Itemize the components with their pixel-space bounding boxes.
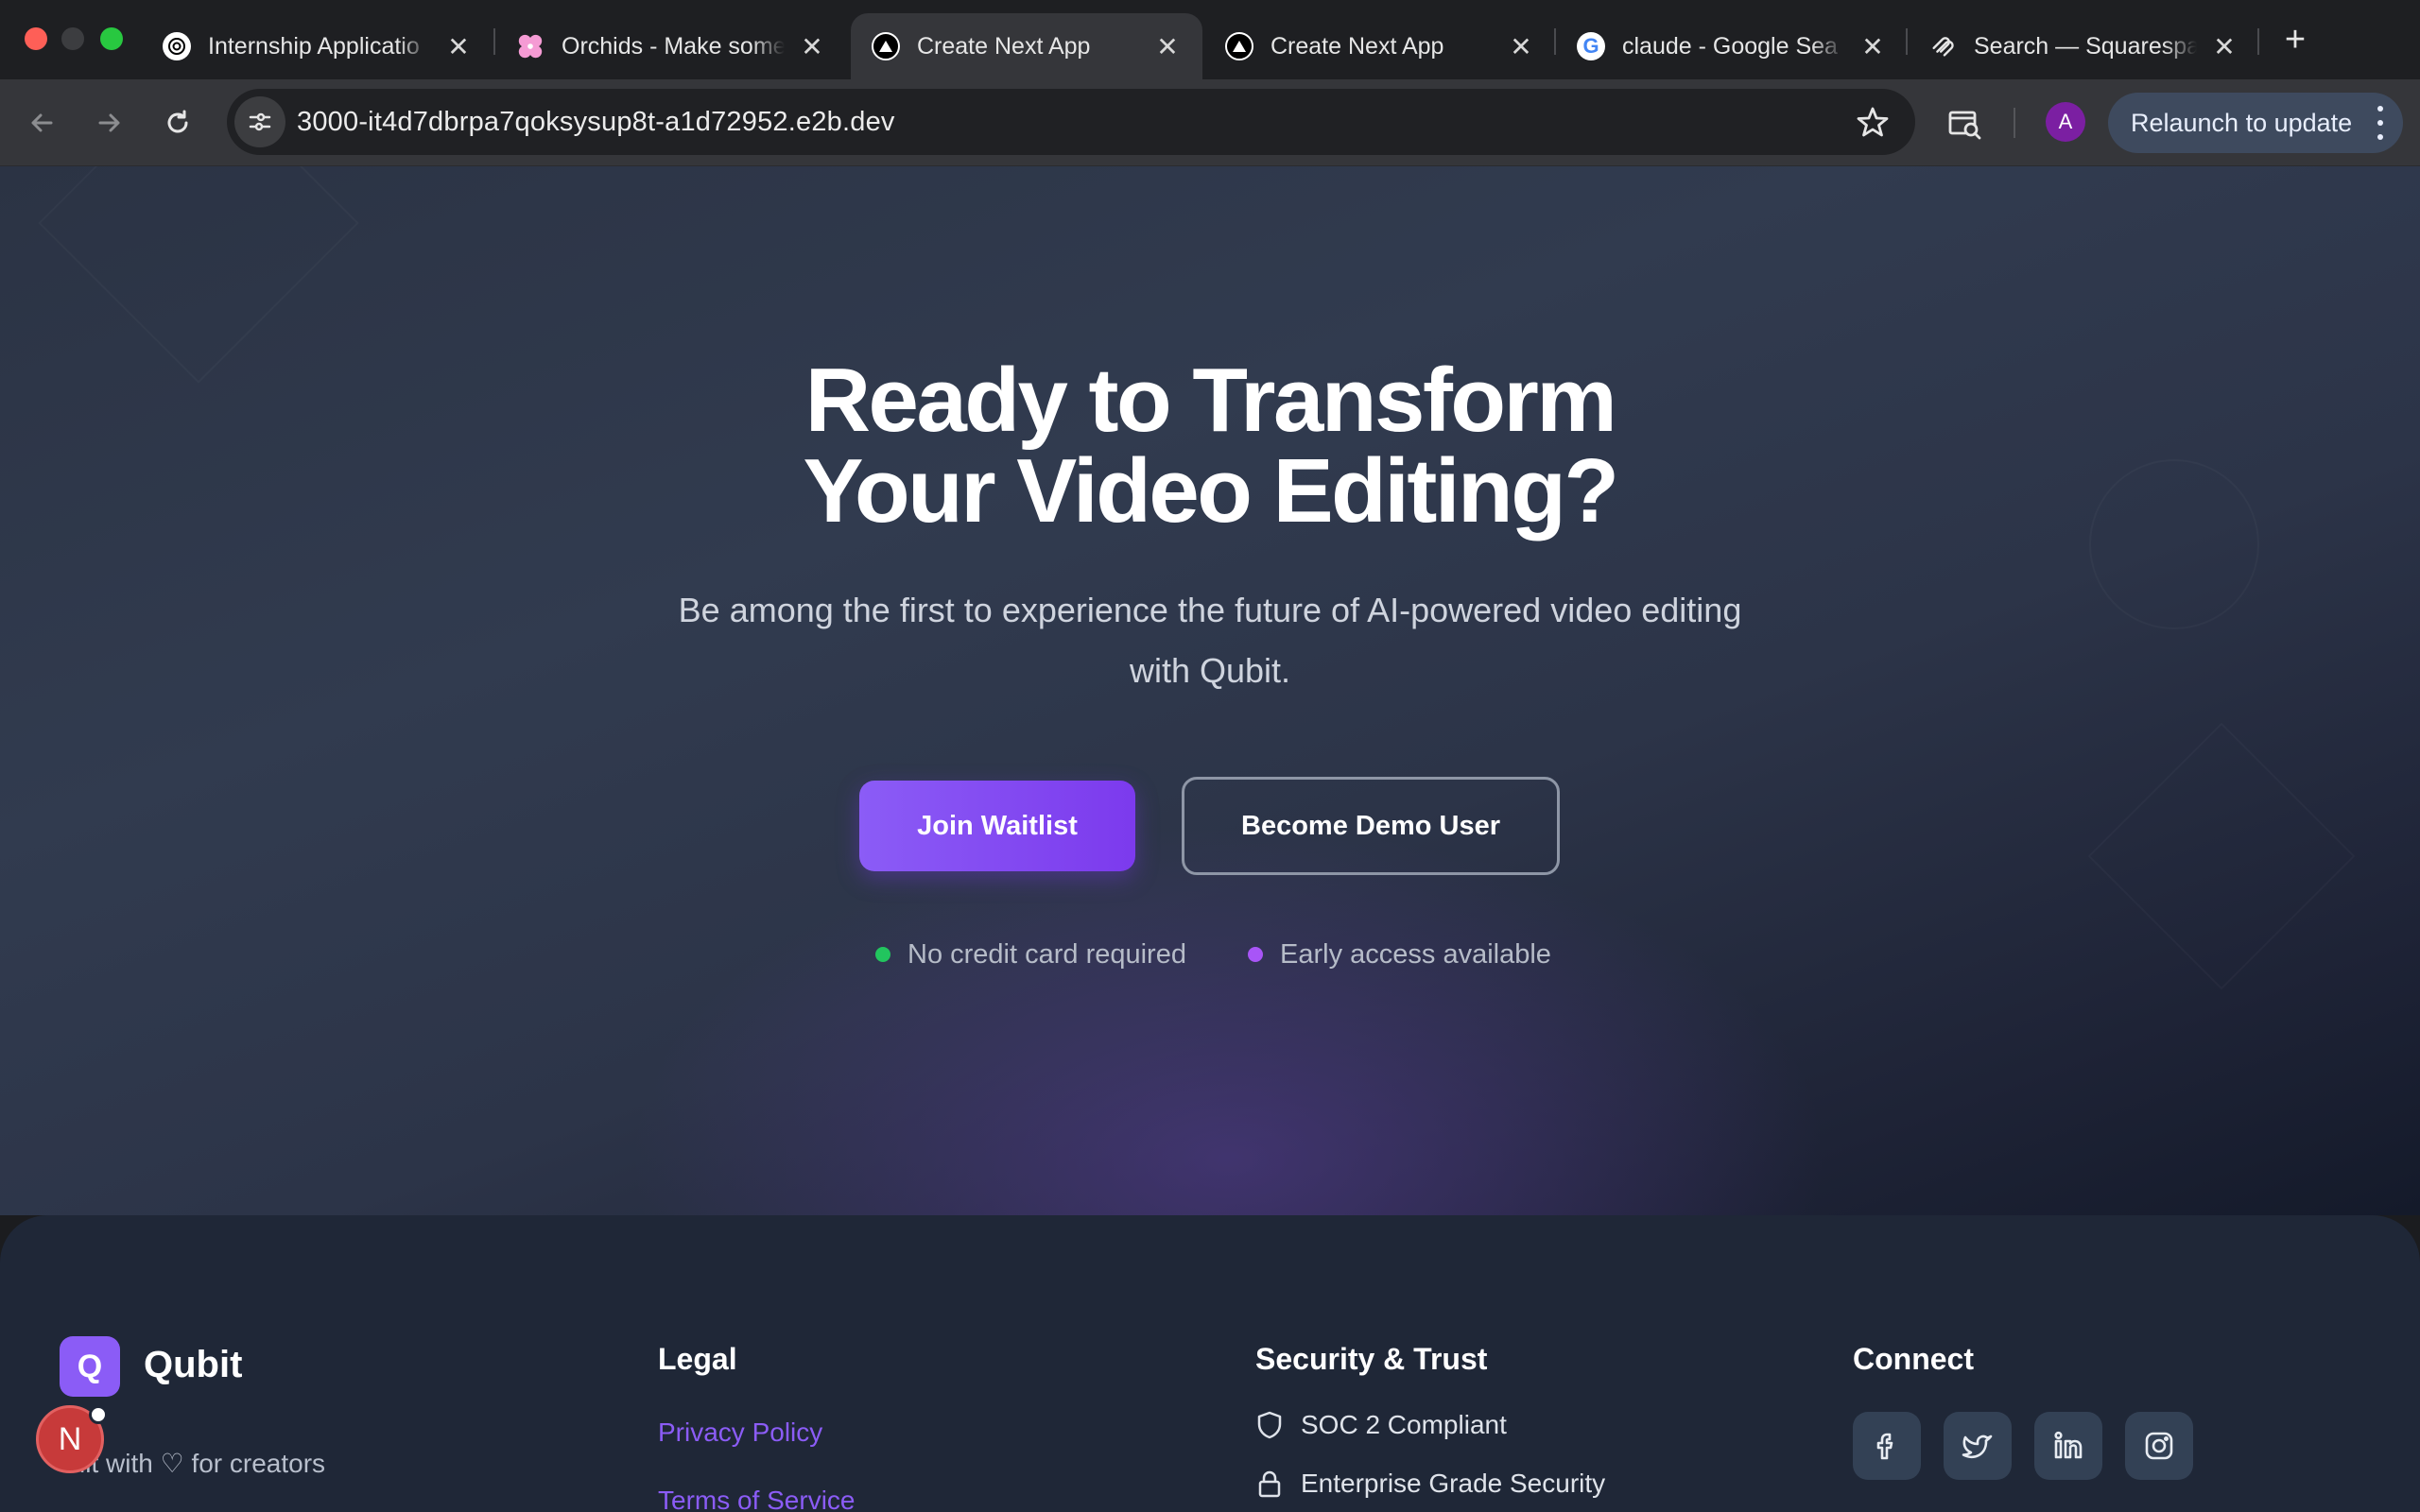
tab-title: Create Next App	[1270, 32, 1444, 60]
feature-early-access: Early access available	[1248, 936, 1551, 973]
hero-subtitle: Be among the first to experience the fut…	[678, 591, 1742, 690]
hero-heading-line1: Ready to Transform	[804, 350, 1617, 451]
close-tab-icon[interactable]: ✕	[798, 32, 826, 61]
legal-heading: Legal	[658, 1342, 737, 1376]
url-text: 3000-it4d7dbrpa7qoksysup8t-a1d72952.e2b.…	[297, 107, 895, 137]
relaunch-to-update-button[interactable]: Relaunch to update	[2108, 93, 2403, 153]
enterprise-security-item: Enterprise Grade Security	[1255, 1469, 1605, 1499]
connect-heading: Connect	[1853, 1342, 1974, 1376]
site-info-icon[interactable]	[234, 96, 285, 147]
become-demo-user-button[interactable]: Become Demo User	[1182, 777, 1560, 875]
qubit-logo[interactable]: Q	[60, 1336, 120, 1397]
close-tab-icon[interactable]: ✕	[1858, 32, 1887, 61]
profile-avatar[interactable]: A	[2046, 102, 2085, 142]
close-tab-icon[interactable]: ✕	[1507, 32, 1535, 61]
tab-internship[interactable]: Internship Applicatio ✕	[142, 13, 493, 79]
triangle-logo-icon	[1225, 32, 1253, 60]
tab-strip: Internship Applicatio ✕ Orchids - Make s…	[0, 0, 2420, 79]
tab-title: claude - Google Sea	[1622, 32, 1838, 60]
notification-dot	[89, 1405, 108, 1424]
footer-tagline: ilt with ♡ for creators	[79, 1449, 326, 1478]
tab-google-search[interactable]: G claude - Google Sea ✕	[1556, 13, 1908, 79]
lock-icon	[1258, 1470, 1281, 1498]
tab-title: Search — Squarespa	[1974, 32, 2197, 60]
decorative-diamond	[38, 166, 358, 384]
purple-status-dot	[1248, 947, 1263, 962]
squarespace-icon	[1928, 32, 1957, 60]
new-tab-button[interactable]: +	[2274, 19, 2316, 60]
facebook-icon[interactable]	[1853, 1412, 1921, 1480]
feature-label: No credit card required	[908, 938, 1186, 970]
tab-title: Orchids - Make some	[562, 32, 785, 60]
twitter-icon[interactable]	[1944, 1412, 2012, 1480]
close-tab-icon[interactable]: ✕	[444, 32, 473, 61]
join-waitlist-button[interactable]: Join Waitlist	[859, 781, 1135, 871]
instagram-icon[interactable]	[2125, 1412, 2193, 1480]
soc2-item: SOC 2 Compliant	[1255, 1410, 1507, 1440]
orchid-flower-icon	[516, 32, 544, 60]
openai-icon	[163, 32, 191, 60]
bookmark-star-icon[interactable]	[1855, 104, 1891, 140]
tab-divider	[2257, 28, 2259, 55]
more-menu-icon[interactable]	[2377, 106, 2384, 140]
reload-icon[interactable]	[155, 100, 200, 146]
close-tab-icon[interactable]: ✕	[1153, 32, 1182, 61]
brand-name: Qubit	[144, 1344, 243, 1385]
tab-create-next-app[interactable]: Create Next App ✕	[1204, 13, 1556, 79]
toolbar-divider	[2014, 108, 2015, 138]
shield-icon	[1257, 1411, 1282, 1439]
forward-icon[interactable]	[87, 100, 132, 146]
tab-orchids[interactable]: Orchids - Make some ✕	[495, 13, 847, 79]
tab-search-icon[interactable]	[1942, 100, 1987, 146]
browser-toolbar: 3000-it4d7dbrpa7qoksysup8t-a1d72952.e2b.…	[0, 79, 2420, 166]
tab-squarespace[interactable]: Search — Squarespa ✕	[1908, 13, 2259, 79]
green-status-dot	[875, 947, 890, 962]
security-trust-heading: Security & Trust	[1255, 1342, 1488, 1376]
address-bar[interactable]: 3000-it4d7dbrpa7qoksysup8t-a1d72952.e2b.…	[227, 89, 1915, 155]
close-window-button[interactable]	[25, 27, 47, 50]
tab-create-next-app-active[interactable]: Create Next App ✕	[851, 13, 1202, 79]
google-icon: G	[1577, 32, 1605, 60]
feature-label: Early access available	[1280, 938, 1551, 970]
cta-hero-section: Ready to Transform Your Video Editing? B…	[0, 166, 2420, 1215]
terms-of-service-link[interactable]: Terms of Service	[658, 1486, 856, 1512]
site-footer: Q Qubit ilt with ♡ for creators Legal Pr…	[0, 1215, 2420, 1512]
close-tab-icon[interactable]: ✕	[2210, 32, 2238, 61]
linkedin-icon[interactable]	[2034, 1412, 2102, 1480]
relaunch-label: Relaunch to update	[2131, 108, 2353, 137]
enterprise-security-label: Enterprise Grade Security	[1301, 1469, 1606, 1498]
feature-no-credit-card: No credit card required	[875, 936, 1186, 973]
maximize-window-button[interactable]	[100, 27, 123, 50]
hero-heading: Ready to Transform Your Video Editing?	[0, 355, 2420, 537]
minimize-window-button[interactable]	[61, 27, 84, 50]
hero-heading-line2: Your Video Editing?	[803, 440, 1619, 541]
soc2-label: SOC 2 Compliant	[1301, 1410, 1507, 1439]
back-icon[interactable]	[19, 100, 64, 146]
triangle-logo-icon	[872, 32, 900, 60]
privacy-policy-link[interactable]: Privacy Policy	[658, 1418, 822, 1448]
decorative-diamond	[2088, 723, 2356, 990]
tab-title: Create Next App	[917, 32, 1091, 60]
tab-title: Internship Applicatio	[208, 32, 420, 60]
